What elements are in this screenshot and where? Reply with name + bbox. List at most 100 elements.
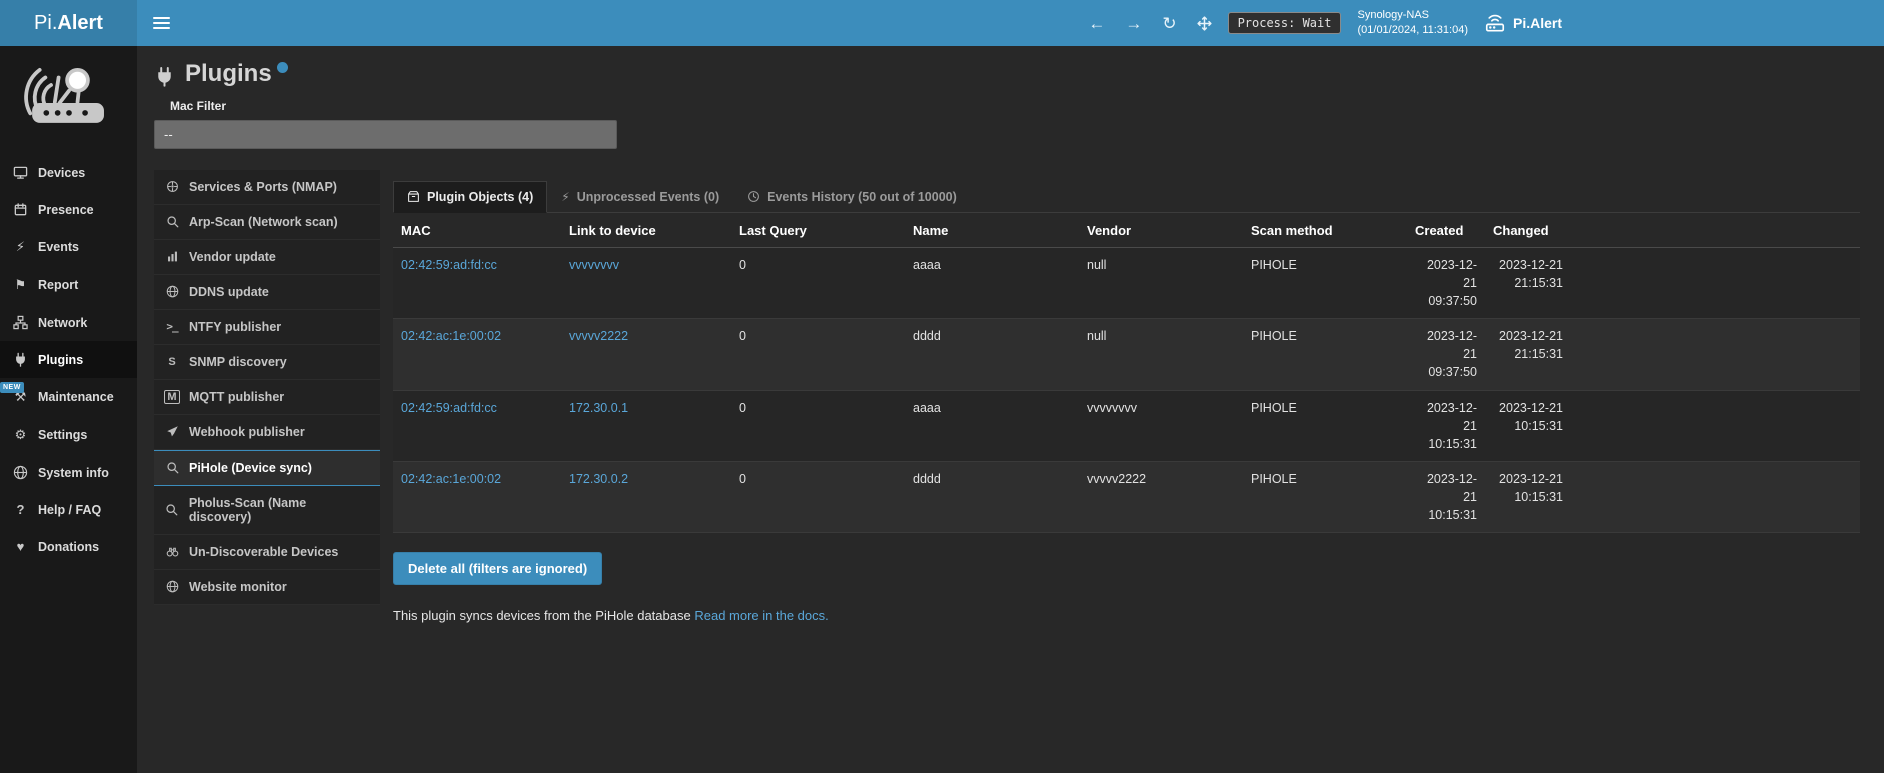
new-badge: NEW [0, 382, 24, 393]
sidebar-item-presence[interactable]: Presence [0, 191, 137, 228]
forward-arrow-icon[interactable]: → [1125, 15, 1142, 32]
brand-suffix: Alert [57, 12, 103, 35]
content-area: Plugins Mac Filter Services & Ports (NMA… [137, 46, 1884, 773]
cell-created: 2023-12-21 09:37:50 [1407, 247, 1485, 318]
plugin-item-label: Website monitor [189, 580, 287, 594]
sidebar-item-settings[interactable]: ⚙ Settings [0, 416, 137, 454]
snmp-icon: S [164, 356, 180, 368]
mac-link[interactable]: 02:42:ac:1e:00:02 [401, 329, 501, 343]
plugin-item-webhook-publisher[interactable]: Webhook publisher [154, 415, 380, 450]
cell-vendor: vvvvvvvv [1079, 390, 1243, 461]
refresh-icon[interactable]: ↻ [1162, 15, 1176, 32]
sidebar-item-label: Events [38, 240, 79, 254]
plugin-item-ddns-update[interactable]: DDNS update [154, 275, 380, 310]
sidebar: Devices Presence ⚡ Events ⚑ Report Netwo… [0, 46, 137, 773]
sidebar-item-label: Network [38, 316, 87, 330]
col-header-vendor: Vendor [1079, 213, 1243, 248]
tab-bar: Plugin Objects (4) ⚡ Unprocessed Events … [393, 181, 1860, 213]
cell-filler [1571, 390, 1860, 461]
tab-plugin-objects[interactable]: Plugin Objects (4) [393, 181, 547, 213]
sidebar-item-help-faq[interactable]: ? Help / FAQ [0, 491, 137, 528]
cell-scan-method: PIHOLE [1243, 247, 1407, 318]
sidebar-item-maintenance[interactable]: NEW ⚒ Maintenance [0, 378, 137, 416]
plugin-item-pholus-scan[interactable]: Pholus-Scan (Name discovery) [154, 486, 380, 535]
cell-link-to-device: 172.30.0.1 [561, 390, 731, 461]
plugin-item-label: DDNS update [189, 285, 269, 299]
cell-vendor: null [1079, 247, 1243, 318]
sidebar-item-plugins[interactable]: Plugins [0, 341, 137, 378]
sidebar-item-devices[interactable]: Devices [0, 154, 137, 191]
cell-link-to-device: 172.30.0.2 [561, 461, 731, 532]
cell-vendor: null [1079, 319, 1243, 390]
table-row: 02:42:ac:1e:00:02 vvvvv2222 0 dddd null … [393, 319, 1860, 390]
plugin-item-undiscoverable-devices[interactable]: Un-Discoverable Devices [154, 535, 380, 570]
plugin-item-mqtt-publisher[interactable]: M MQTT publisher [154, 380, 380, 415]
search-icon [164, 461, 180, 474]
cell-link-to-device: vvvvvvvv [561, 247, 731, 318]
search-icon [164, 503, 180, 516]
docs-link[interactable]: Read more in the docs. [694, 608, 828, 623]
cell-scan-method: PIHOLE [1243, 461, 1407, 532]
app-logo: Pi.Alert [0, 0, 137, 46]
mac-link[interactable]: 02:42:ac:1e:00:02 [401, 472, 501, 486]
cell-created: 2023-12-21 09:37:50 [1407, 319, 1485, 390]
plugin-item-label: Services & Ports (NMAP) [189, 180, 337, 194]
sidebar-toggle-button[interactable] [137, 0, 185, 46]
plugin-item-ntfy-publisher[interactable]: >_ NTFY publisher [154, 310, 380, 345]
globe-icon [12, 465, 29, 480]
device-link[interactable]: 172.30.0.2 [569, 472, 628, 486]
mac-link[interactable]: 02:42:59:ad:fd:cc [401, 401, 497, 415]
plugin-item-pihole-device-sync[interactable]: PiHole (Device sync) [154, 450, 380, 486]
plug-icon [12, 352, 29, 367]
delete-all-button[interactable]: Delete all (filters are ignored) [393, 552, 602, 585]
sidebar-item-label: Donations [38, 540, 99, 554]
mac-link[interactable]: 02:42:59:ad:fd:cc [401, 258, 497, 272]
plugin-item-arp-scan[interactable]: Arp-Scan (Network scan) [154, 205, 380, 240]
back-arrow-icon[interactable]: ← [1088, 15, 1105, 32]
table-row: 02:42:59:ad:fd:cc 172.30.0.1 0 aaaa vvvv… [393, 390, 1860, 461]
plugin-item-label: Pholus-Scan (Name discovery) [189, 496, 370, 524]
device-link[interactable]: 172.30.0.1 [569, 401, 628, 415]
move-arrows-icon[interactable] [1197, 16, 1212, 31]
plugin-item-snmp-discovery[interactable]: S SNMP discovery [154, 345, 380, 380]
topbar: Pi.Alert ← → ↻ Process: Wait Synology-NA… [0, 0, 1884, 46]
col-header-mac: MAC [393, 213, 561, 248]
tab-label: Events History (50 out of 10000) [767, 190, 957, 204]
clock-icon [747, 190, 760, 203]
cell-link-to-device: vvvvv2222 [561, 319, 731, 390]
cell-changed: 2023-12-21 21:15:31 [1485, 247, 1571, 318]
sitemap-icon [12, 315, 29, 330]
cell-name: dddd [905, 319, 1079, 390]
col-header-name: Name [905, 213, 1079, 248]
cell-mac: 02:42:ac:1e:00:02 [393, 461, 561, 532]
tab-unprocessed-events[interactable]: ⚡ Unprocessed Events (0) [547, 181, 733, 213]
sidebar-item-events[interactable]: ⚡ Events [0, 228, 137, 266]
sidebar-item-system-info[interactable]: System info [0, 454, 137, 491]
plugin-item-label: Webhook publisher [189, 425, 305, 439]
col-header-last-query: Last Query [731, 213, 905, 248]
col-header-created: Created [1407, 213, 1485, 248]
host-info: Synology-NAS (01/01/2024, 11:31:04) [1357, 8, 1468, 39]
plugins-columns: Services & Ports (NMAP) Arp-Scan (Networ… [154, 170, 1860, 624]
tab-events-history[interactable]: Events History (50 out of 10000) [733, 181, 971, 213]
cell-last-query: 0 [731, 461, 905, 532]
plugin-item-website-monitor[interactable]: Website monitor [154, 570, 380, 605]
cell-mac: 02:42:59:ad:fd:cc [393, 247, 561, 318]
tab-label: Plugin Objects (4) [427, 190, 533, 204]
sidebar-item-network[interactable]: Network [0, 304, 137, 341]
sidebar-item-donations[interactable]: ♥ Donations [0, 528, 137, 565]
plugin-item-services-ports[interactable]: Services & Ports (NMAP) [154, 170, 380, 205]
title-info-badge[interactable] [277, 62, 288, 73]
device-link[interactable]: vvvvv2222 [569, 329, 628, 343]
bar-chart-icon [164, 250, 180, 263]
device-link[interactable]: vvvvvvvv [569, 258, 619, 272]
sidebar-item-report[interactable]: ⚑ Report [0, 266, 137, 304]
page-title-text: Plugins [185, 60, 272, 89]
paper-plane-icon [164, 425, 180, 438]
col-header-scan-method: Scan method [1243, 213, 1407, 248]
mac-filter-input[interactable] [154, 120, 617, 149]
cell-scan-method: PIHOLE [1243, 390, 1407, 461]
cell-name: aaaa [905, 390, 1079, 461]
plugin-item-vendor-update[interactable]: Vendor update [154, 240, 380, 275]
binoculars-icon [164, 545, 180, 558]
